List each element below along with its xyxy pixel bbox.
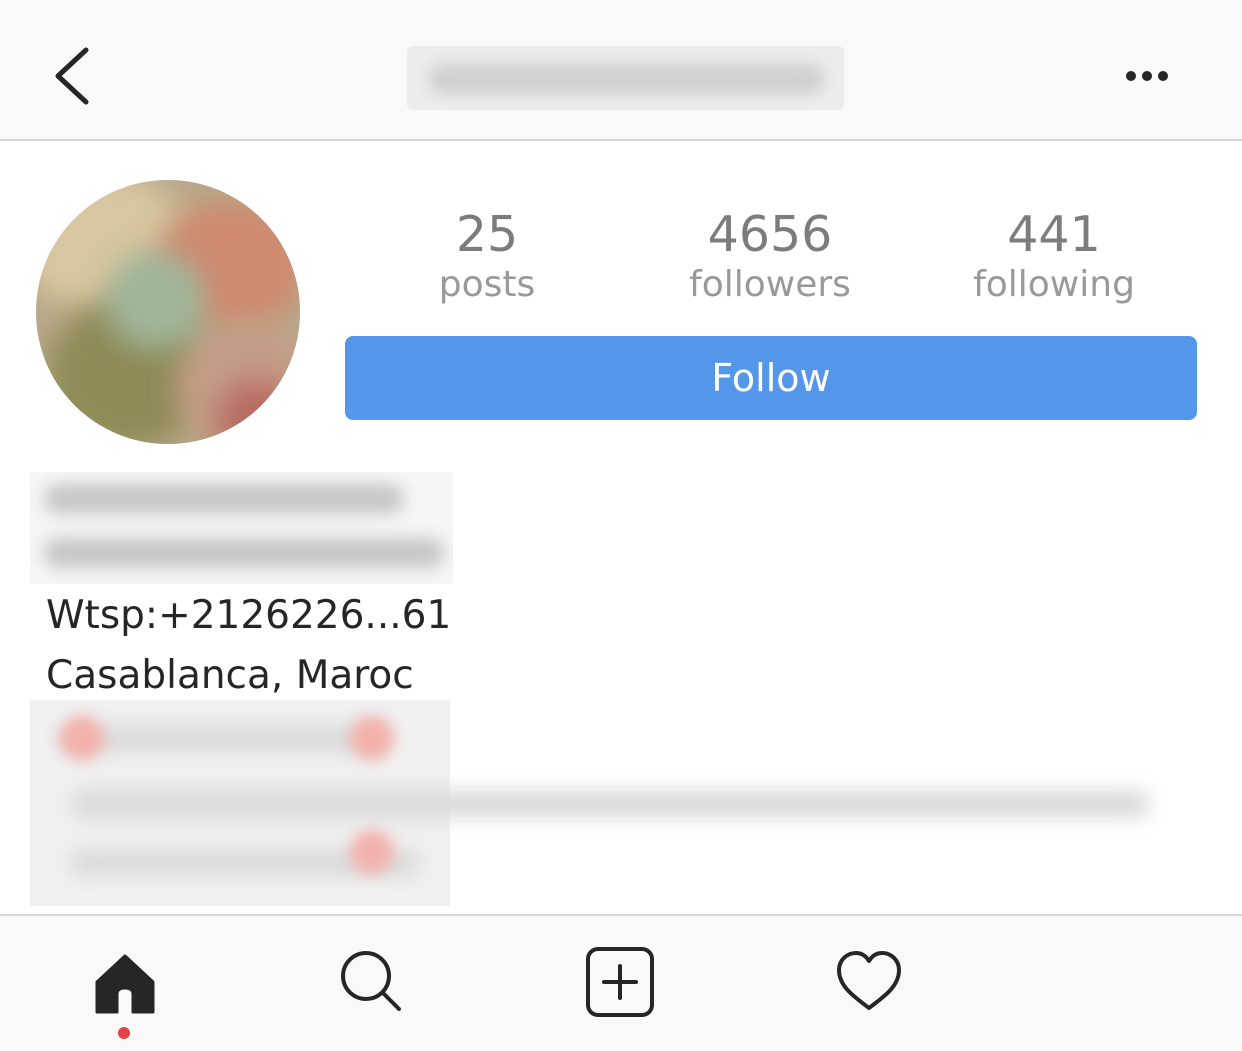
- notification-dot: [118, 1027, 130, 1039]
- following-count[interactable]: 441 following: [954, 206, 1154, 306]
- tab-search[interactable]: [326, 946, 416, 1026]
- ellipsis-horizontal-icon: [1126, 71, 1168, 81]
- posts-label: posts: [438, 264, 536, 305]
- add-post-icon: [586, 947, 654, 1017]
- heart-icon: [837, 951, 901, 1010]
- following-label: following: [973, 264, 1135, 305]
- chevron-left-icon: [55, 47, 89, 105]
- bio-location: Casablanca, Maroc: [46, 653, 414, 698]
- follow-button[interactable]: Follow: [345, 336, 1197, 420]
- bio-description-redacted: [30, 700, 1180, 906]
- tab-activity[interactable]: [824, 946, 914, 1026]
- display-name-redacted: [30, 472, 453, 584]
- followers-label: followers: [689, 264, 851, 305]
- posts-count: 25 posts: [406, 206, 568, 306]
- tab-add[interactable]: [575, 946, 665, 1026]
- profile-screen: 25 posts 4656 followers 441 following Fo…: [0, 0, 1242, 1051]
- profile-avatar-redacted[interactable]: [36, 180, 300, 444]
- username-title-redacted: [407, 46, 844, 110]
- posts-value: 25: [455, 206, 519, 263]
- followers-count[interactable]: 4656 followers: [660, 206, 880, 306]
- top-nav-bar: [0, 0, 1242, 141]
- followers-value: 4656: [707, 206, 833, 263]
- tab-home[interactable]: [80, 946, 170, 1026]
- more-options-button[interactable]: [1115, 58, 1179, 94]
- bio-whatsapp: Wtsp:+2126226...61: [46, 593, 452, 638]
- search-icon: [341, 951, 401, 1011]
- back-button[interactable]: [40, 40, 104, 112]
- home-icon: [95, 954, 155, 1014]
- following-value: 441: [1007, 206, 1101, 263]
- bottom-tab-bar: [0, 914, 1242, 1051]
